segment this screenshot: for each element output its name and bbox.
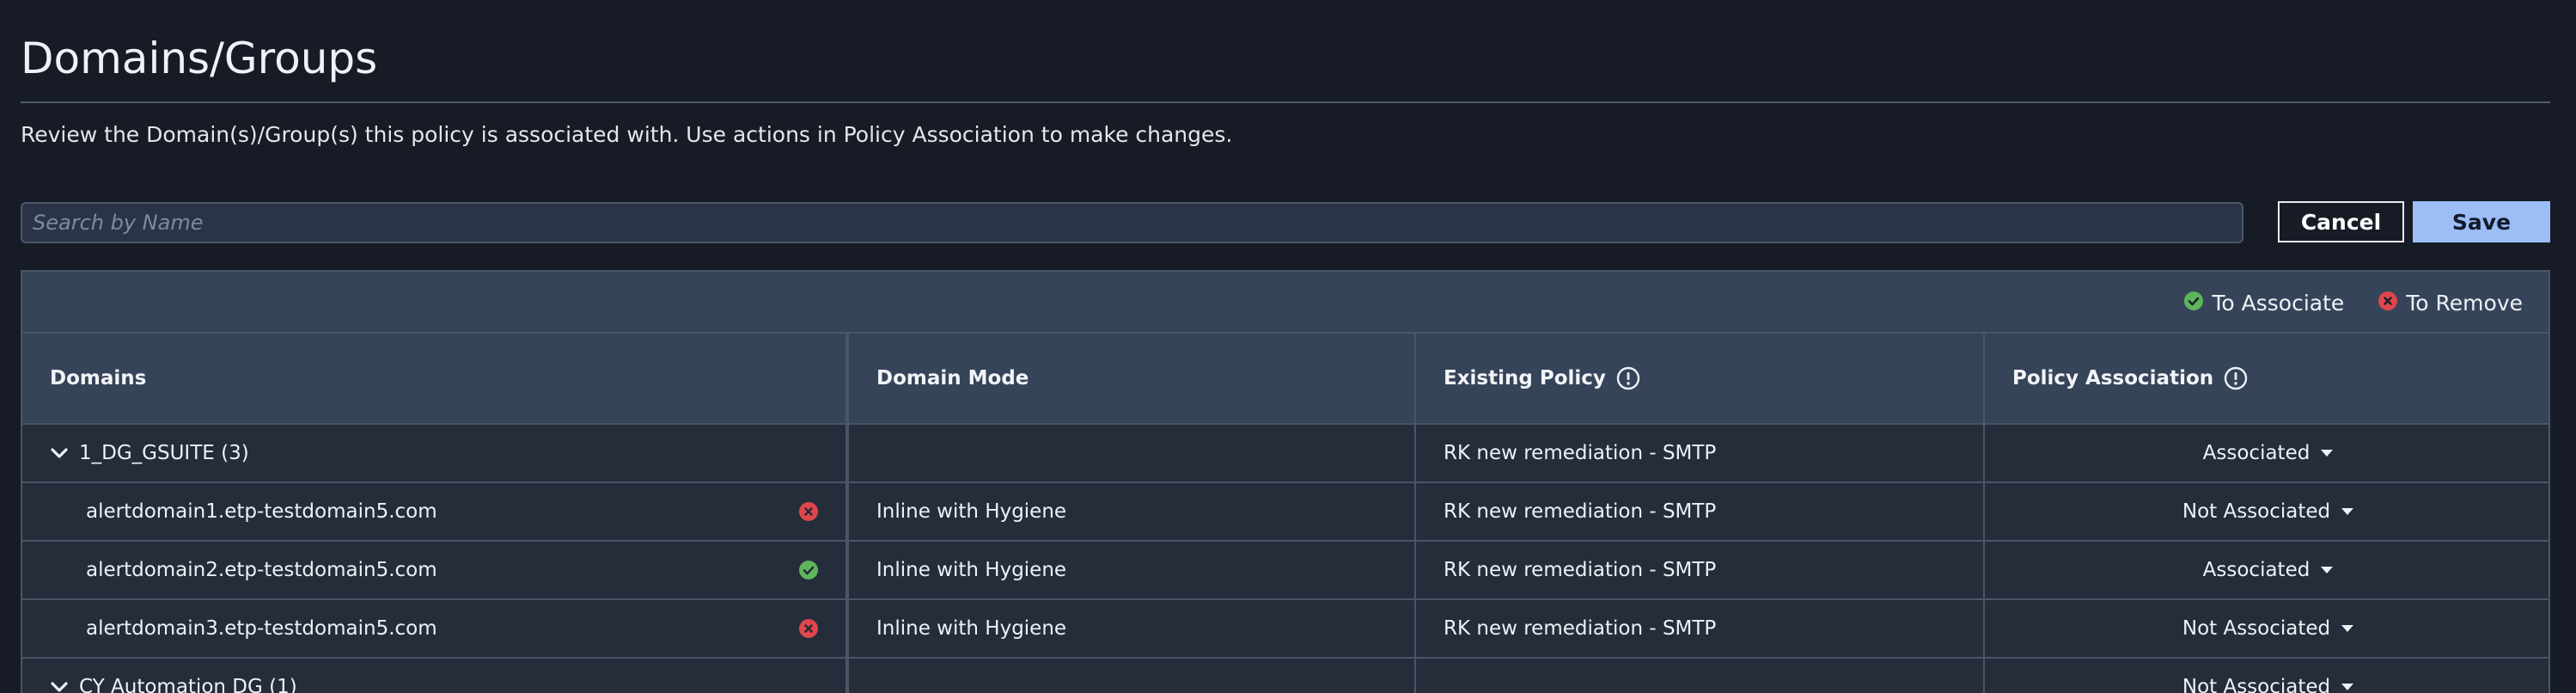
table-row: alertdomain3.etp-testdomain5.com Inline … xyxy=(22,600,2549,659)
existing-policy-cell: RK new remediation - SMTP xyxy=(1416,542,1985,598)
domain-mode-cell: Inline with Hygiene xyxy=(847,483,1416,540)
table-row-group: CY Automation DG (1) Not Associated xyxy=(22,659,2549,693)
existing-policy-cell: RK new remediation - SMTP xyxy=(1416,425,1985,481)
group-name: CY Automation DG (1) xyxy=(79,676,297,693)
search-input[interactable] xyxy=(21,202,2243,243)
domain-name: alertdomain1.etp-testdomain5.com xyxy=(86,500,437,523)
existing-policy-cell: RK new remediation - SMTP xyxy=(1416,483,1985,540)
page-title: Domains/Groups xyxy=(21,34,378,83)
caret-down-icon xyxy=(2341,507,2354,516)
legend-remove-label: To Remove xyxy=(2406,291,2523,316)
table-row: alertdomain2.etp-testdomain5.com Inline … xyxy=(22,542,2549,600)
info-icon[interactable] xyxy=(1616,366,1640,390)
legend-to-associate: To Associate xyxy=(2184,291,2344,316)
existing-policy-cell xyxy=(1416,659,1985,693)
domain-cell: alertdomain2.etp-testdomain5.com xyxy=(22,542,847,598)
page-description: Review the Domain(s)/Group(s) this polic… xyxy=(21,122,1233,147)
caret-down-icon xyxy=(2341,683,2354,691)
legend: To Associate To Remove xyxy=(2150,291,2523,316)
check-circle-icon xyxy=(799,561,818,580)
caret-down-icon xyxy=(2320,566,2334,574)
legend-associate-label: To Associate xyxy=(2212,291,2345,316)
policy-association-dropdown[interactable]: Not Associated xyxy=(1985,659,2549,693)
group-name: 1_DG_GSUITE (3) xyxy=(79,442,249,464)
table-header-row: Domains Domain Mode Existing Policy Poli… xyxy=(22,334,2549,425)
domains-table: To Associate To Remove Domains Domain Mo… xyxy=(21,270,2550,693)
domains-groups-page: Domains/Groups Review the Domain(s)/Grou… xyxy=(0,0,2576,693)
domain-mode-cell xyxy=(847,659,1416,693)
header-domain-mode[interactable]: Domain Mode xyxy=(847,334,1416,423)
header-domains[interactable]: Domains xyxy=(22,334,847,423)
domain-cell[interactable]: 1_DG_GSUITE (3) xyxy=(22,425,847,481)
header-existing-policy[interactable]: Existing Policy xyxy=(1416,334,1985,423)
domain-cell: alertdomain1.etp-testdomain5.com xyxy=(22,483,847,540)
x-circle-icon xyxy=(799,502,818,521)
caret-down-icon xyxy=(2341,624,2354,633)
info-icon[interactable] xyxy=(2224,366,2248,390)
header-policy-association[interactable]: Policy Association xyxy=(1985,334,2549,423)
chevron-down-icon[interactable] xyxy=(50,447,69,459)
policy-association-dropdown[interactable]: Associated xyxy=(1985,425,2549,481)
save-button[interactable]: Save xyxy=(2413,201,2550,242)
cancel-button[interactable]: Cancel xyxy=(2278,201,2404,242)
domain-mode-cell: Inline with Hygiene xyxy=(847,542,1416,598)
policy-association-dropdown[interactable]: Associated xyxy=(1985,542,2549,598)
policy-association-dropdown[interactable]: Not Associated xyxy=(1985,483,2549,540)
x-circle-icon xyxy=(2378,291,2398,316)
title-divider xyxy=(21,101,2550,103)
policy-association-dropdown[interactable]: Not Associated xyxy=(1985,600,2549,657)
caret-down-icon xyxy=(2320,449,2334,457)
x-circle-icon xyxy=(799,619,818,638)
existing-policy-cell: RK new remediation - SMTP xyxy=(1416,600,1985,657)
domain-cell[interactable]: CY Automation DG (1) xyxy=(22,659,847,693)
check-circle-icon xyxy=(2184,291,2204,316)
domain-mode-cell xyxy=(847,425,1416,481)
domain-cell: alertdomain3.etp-testdomain5.com xyxy=(22,600,847,657)
legend-to-remove: To Remove xyxy=(2378,291,2523,316)
table-row-group: 1_DG_GSUITE (3) RK new remediation - SMT… xyxy=(22,425,2549,483)
chevron-down-icon[interactable] xyxy=(50,681,69,693)
legend-bar: To Associate To Remove xyxy=(22,272,2549,334)
domain-name: alertdomain2.etp-testdomain5.com xyxy=(86,559,437,581)
domain-mode-cell: Inline with Hygiene xyxy=(847,600,1416,657)
table-row: alertdomain1.etp-testdomain5.com Inline … xyxy=(22,483,2549,542)
domain-name: alertdomain3.etp-testdomain5.com xyxy=(86,617,437,640)
